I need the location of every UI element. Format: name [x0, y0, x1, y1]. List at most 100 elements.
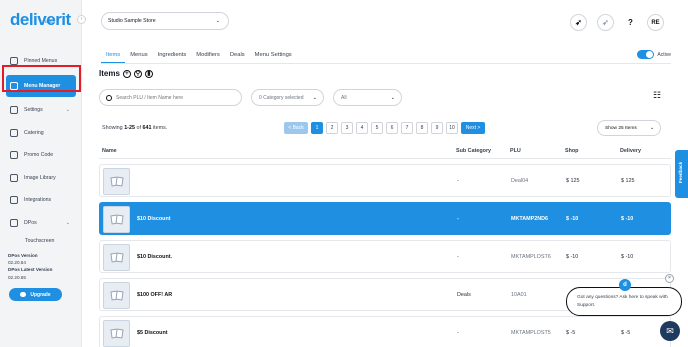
sidebar-item-label: Integrations — [24, 197, 52, 204]
chevron-down-icon: ⌄ — [312, 94, 317, 101]
col-header-name[interactable]: Name — [102, 148, 117, 154]
logo-sub: GOLD — [45, 20, 56, 24]
item-name: $5 Discount — [137, 330, 168, 336]
item-sub-category: - — [457, 216, 459, 222]
item-plu: Deal04 — [511, 178, 529, 184]
table-row[interactable]: $10 Discount. - MKTAMPLOST6 $ -10 $ -10 — [99, 240, 671, 273]
page-button[interactable]: 7 — [401, 122, 413, 134]
item-thumbnail — [103, 244, 130, 271]
page-size-value: Show 25 Items — [605, 125, 637, 131]
col-header-plu[interactable]: PLU — [510, 148, 521, 154]
page-button[interactable]: 4 — [356, 122, 368, 134]
launch-icon[interactable]: ➶ — [597, 14, 614, 31]
category-filter[interactable]: 0 Category selected ⌄ — [251, 89, 324, 106]
item-delivery-price: $ -10 — [621, 254, 634, 260]
table-header: Name Sub Category PLU Shop Delivery — [99, 145, 671, 159]
chevron-down-icon: ⌄ — [65, 107, 70, 114]
close-icon[interactable]: × — [665, 274, 674, 283]
bookmark-icon[interactable]: ▮ — [144, 69, 153, 78]
feedback-label: Feedback — [678, 161, 683, 183]
search-circle-icon[interactable]: ⚲ — [133, 69, 142, 78]
sidebar-item-image-library[interactable]: Image Library — [6, 167, 76, 190]
add-icon[interactable]: + — [122, 69, 131, 78]
dpos-latest-value: 02.20.65 — [8, 274, 26, 280]
category-filter-value: 0 Category selected — [259, 94, 304, 101]
chevron-left-icon[interactable]: ‹ — [77, 15, 86, 24]
page-button[interactable]: 8 — [416, 122, 428, 134]
highlight-box — [2, 65, 81, 92]
sidebar-item-dpos[interactable]: DPos ⌄ — [6, 212, 76, 235]
sidebar-item-label: Pinned Menus — [24, 58, 58, 65]
item-name: $100 OFF! AR — [137, 292, 173, 298]
page-size-select[interactable]: Show 25 Items ⌄ — [597, 120, 661, 136]
sidebar-item-integrations[interactable]: Integrations — [6, 189, 76, 212]
table-row-selected[interactable]: $10 Discount - MKTAMP2ND6 $ -10 $ -10 — [99, 202, 671, 235]
page-title: Items — [99, 69, 120, 78]
logo-text: deliverit — [10, 10, 71, 29]
tabs: Items Menus Ingredients Modifiers Deals … — [101, 47, 671, 64]
item-plu: 10A01 — [511, 292, 527, 298]
table-row[interactable]: - Deal04 $ 125 $ 125 — [99, 164, 671, 197]
link-icon — [10, 196, 18, 205]
column-settings-icon[interactable]: ☷ — [653, 90, 661, 101]
pagination: < Back 1 2 3 4 5 6 7 8 9 10 Next > — [284, 122, 485, 134]
active-toggle[interactable] — [637, 50, 655, 59]
ticket-icon — [10, 151, 18, 160]
next-button[interactable]: Next > — [461, 122, 485, 134]
search-box — [99, 89, 242, 106]
sidebar-subitem-label: Touchscreen — [25, 238, 55, 244]
image-icon — [10, 173, 18, 182]
chat-message[interactable]: Got any questions? Ask here to speak wit… — [566, 287, 682, 316]
version-info: DPos Version 02.20.64 DPos Latest Versio… — [8, 252, 52, 281]
item-sub-category: - — [457, 330, 459, 336]
page-button[interactable]: 10 — [446, 122, 458, 134]
back-button[interactable]: < Back — [284, 122, 308, 134]
chevron-down-icon: ⌄ — [390, 94, 395, 101]
status-filter[interactable]: All ⌄ — [333, 89, 402, 106]
items-title-wrap: Items + ⚲ ▮ — [99, 69, 153, 78]
col-header-sub-category[interactable]: Sub Category — [456, 148, 491, 154]
tab-ingredients[interactable]: Ingredients — [153, 47, 192, 63]
tab-items[interactable]: Items — [101, 47, 126, 63]
item-thumbnail — [103, 320, 130, 347]
sidebar-item-label: DPos — [24, 219, 37, 226]
table-row[interactable]: $5 Discount - MKTAMPLOST5 $ -5 $ -5 — [99, 316, 671, 347]
rocket-icon[interactable]: ➶ — [570, 14, 587, 31]
sidebar-item-promo-code[interactable]: Promo Code — [6, 144, 76, 167]
avatar-initials: RE — [651, 19, 660, 26]
items-count: Showing 1-25 of 641 items. — [102, 125, 167, 131]
page-button[interactable]: 5 — [371, 122, 383, 134]
page-button[interactable]: 2 — [326, 122, 338, 134]
chat-icon[interactable]: ✉ — [660, 321, 680, 341]
col-header-delivery[interactable]: Delivery — [620, 148, 641, 154]
feedback-tab[interactable]: Feedback — [675, 150, 688, 198]
page-button[interactable]: 3 — [341, 122, 353, 134]
item-thumbnail — [103, 206, 130, 233]
item-sub-category: - — [457, 254, 459, 260]
sidebar-item-catering[interactable]: Catering — [6, 122, 76, 145]
count-suffix: items. — [151, 125, 168, 131]
page-button[interactable]: 6 — [386, 122, 398, 134]
sidebar-subitem-touchscreen[interactable]: Touchscreen — [6, 234, 76, 248]
item-delivery-price: $ 125 — [621, 178, 635, 184]
tab-deals[interactable]: Deals — [225, 47, 250, 63]
tab-menus[interactable]: Menus — [125, 47, 152, 63]
chevron-down-icon: ⌄ — [215, 18, 220, 24]
tab-modifiers[interactable]: Modifiers — [191, 47, 225, 63]
count-prefix: Showing — [102, 125, 125, 131]
upgrade-button[interactable]: Upgrade — [9, 288, 62, 301]
store-select-value: Studio Sample Store — [108, 18, 156, 24]
logo[interactable]: deliverit — [10, 10, 71, 30]
col-header-shop[interactable]: Shop — [565, 148, 578, 154]
search-input[interactable] — [116, 94, 236, 101]
dpos-latest-label: DPos Latest Version — [8, 267, 53, 273]
sidebar-item-settings[interactable]: Settings ⌄ — [6, 99, 76, 122]
tab-menu-settings[interactable]: Menu Settings — [250, 47, 297, 63]
sidebar-item-label: Settings — [24, 107, 43, 114]
item-plu: MKTAMPLOST5 — [511, 330, 551, 336]
page-button[interactable]: 9 — [431, 122, 443, 134]
store-select[interactable]: Studio Sample Store ⌄ — [101, 12, 229, 30]
help-icon[interactable]: ? — [622, 14, 639, 31]
page-button-current[interactable]: 1 — [311, 122, 323, 134]
avatar[interactable]: RE — [647, 14, 664, 31]
